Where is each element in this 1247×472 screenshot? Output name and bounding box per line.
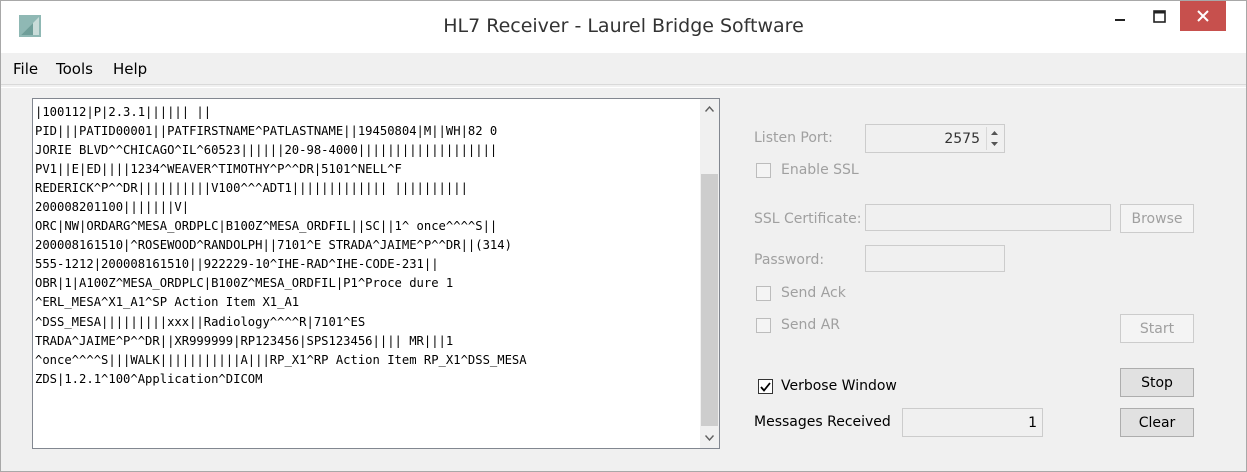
- ssl-certificate-field[interactable]: [865, 204, 1111, 231]
- message-log-text[interactable]: |100112|P|2.3.1|||||| || PID|||PATID0000…: [35, 103, 700, 389]
- stop-button[interactable]: Stop: [1120, 368, 1194, 397]
- scroll-up-button[interactable]: [700, 99, 719, 119]
- title-bar[interactable]: HL7 Receiver - Laurel Bridge Software: [1, 1, 1246, 53]
- check-icon: [760, 381, 771, 392]
- scroll-down-button[interactable]: [700, 428, 719, 448]
- send-ack-label: Send Ack: [781, 285, 846, 301]
- enable-ssl-checkbox[interactable]: [756, 163, 771, 178]
- maximize-button[interactable]: [1139, 1, 1179, 31]
- send-ar-checkbox[interactable]: [756, 318, 771, 333]
- listen-port-label: Listen Port:: [754, 130, 833, 146]
- messages-received-value: 1: [1028, 415, 1037, 431]
- start-button[interactable]: Start: [1120, 314, 1194, 343]
- maximize-icon: [1152, 9, 1166, 23]
- menu-divider: [1, 87, 1246, 88]
- browse-button[interactable]: Browse: [1120, 204, 1194, 233]
- password-label: Password:: [754, 252, 825, 268]
- menu-bar: File Tools Help: [1, 54, 1246, 85]
- enable-ssl-label: Enable SSL: [781, 162, 859, 178]
- menu-tools[interactable]: Tools: [56, 60, 93, 78]
- send-ar-label: Send AR: [781, 317, 841, 333]
- listen-port-value: 2575: [944, 131, 980, 147]
- listen-port-field[interactable]: 2575: [865, 124, 1005, 153]
- hl7-receiver-window: HL7 Receiver - Laurel Bridge Software Fi…: [0, 0, 1247, 472]
- chevron-down-icon: [705, 435, 714, 441]
- port-spinner[interactable]: [986, 127, 1002, 150]
- message-log[interactable]: |100112|P|2.3.1|||||| || PID|||PATID0000…: [32, 98, 720, 449]
- minimize-icon: [1115, 19, 1125, 21]
- minimize-button[interactable]: [1103, 1, 1137, 31]
- close-icon: [1197, 10, 1209, 22]
- chevron-up-icon: [705, 106, 714, 112]
- verbose-window-checkbox[interactable]: [758, 379, 773, 394]
- send-ack-checkbox[interactable]: [756, 286, 771, 301]
- messages-received-label: Messages Received: [754, 414, 891, 430]
- window-title: HL7 Receiver - Laurel Bridge Software: [443, 15, 804, 37]
- verbose-window-label: Verbose Window: [781, 378, 897, 394]
- messages-received-field: 1: [902, 408, 1043, 437]
- vertical-scrollbar[interactable]: [700, 99, 719, 448]
- menu-file[interactable]: File: [13, 60, 38, 78]
- clear-button[interactable]: Clear: [1120, 408, 1194, 437]
- spin-down-icon[interactable]: [987, 139, 1002, 151]
- spin-up-icon[interactable]: [987, 127, 1002, 139]
- scroll-thumb[interactable]: [701, 174, 718, 426]
- ssl-certificate-label: SSL Certificate:: [754, 211, 862, 227]
- password-field[interactable]: [865, 245, 1005, 272]
- close-button[interactable]: [1180, 1, 1226, 31]
- menu-help[interactable]: Help: [113, 60, 147, 78]
